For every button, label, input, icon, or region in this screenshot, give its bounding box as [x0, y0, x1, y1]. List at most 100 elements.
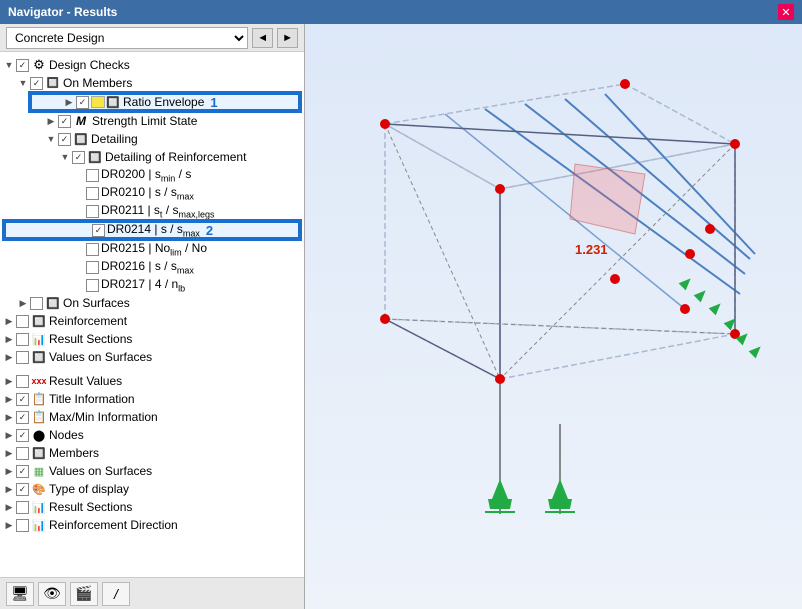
tree-node-dr0210[interactable]: DR0210 | s / smax: [0, 184, 304, 202]
back-button[interactable]: ◄: [252, 28, 273, 48]
expand-members[interactable]: ▶: [2, 446, 16, 460]
checkbox-type-display[interactable]: [16, 483, 29, 496]
bottom-toolbar: 🖥 👁 🎬 /: [0, 577, 304, 609]
checkbox-dr0215[interactable]: [86, 243, 99, 256]
checkbox-dr0216[interactable]: [86, 261, 99, 274]
checkbox-members[interactable]: [16, 447, 29, 460]
design-dropdown[interactable]: Concrete Design: [6, 27, 248, 49]
expand-reinforcement[interactable]: ▶: [2, 314, 16, 328]
detailing-reinf-icon: 🔲: [87, 149, 103, 165]
checkbox-values-surfaces2[interactable]: [16, 465, 29, 478]
tree-node-title-information[interactable]: ▶ 📋 Title Information: [0, 390, 304, 408]
tree-node-ratio-envelope[interactable]: ▶ 🔲 Ratio Envelope 1: [30, 93, 300, 111]
checkbox-result-sections[interactable]: [16, 333, 29, 346]
checkbox-reinforcement[interactable]: [16, 315, 29, 328]
checkbox-nodes[interactable]: [16, 429, 29, 442]
title-info-icon: 📋: [31, 391, 47, 407]
expand-ratio-envelope[interactable]: ▶: [62, 95, 76, 109]
checkbox-dr0211[interactable]: [86, 205, 99, 218]
checkbox-design-checks[interactable]: [16, 59, 29, 72]
expand-design-checks[interactable]: ▼: [2, 58, 16, 72]
label-members: Members: [49, 446, 99, 460]
result-values-icon: xxx: [31, 373, 47, 389]
tree-node-type-display[interactable]: ▶ 🎨 Type of display: [0, 480, 304, 498]
checkbox-dr0200[interactable]: [86, 169, 99, 182]
detailing-icon: 🔲: [73, 131, 89, 147]
tree-node-on-surfaces[interactable]: ▶ 🔲 On Surfaces: [0, 294, 304, 312]
tree-node-strength-limit[interactable]: ▶ M Strength Limit State: [0, 112, 304, 130]
tree-node-on-members[interactable]: ▼ 🔲 On Members: [0, 74, 304, 92]
tree-node-result-sections2[interactable]: ▶ 📊 Result Sections: [0, 498, 304, 516]
checkbox-values-surfaces[interactable]: [16, 351, 29, 364]
expand-type-display[interactable]: ▶: [2, 482, 16, 496]
tree-node-dr0216[interactable]: DR0216 | s / smax: [0, 258, 304, 276]
tree-node-maxmin-information[interactable]: ▶ 📋 Max/Min Information: [0, 408, 304, 426]
tree-node-detailing-reinf[interactable]: ▼ 🔲 Detailing of Reinforcement: [0, 148, 304, 166]
expand-values-surfaces2[interactable]: ▶: [2, 464, 16, 478]
tree-node-reinf-direction[interactable]: ▶ 📊 Reinforcement Direction: [0, 516, 304, 534]
label-dr0200: DR0200 | smin / s: [101, 167, 191, 183]
checkbox-on-surfaces[interactable]: [30, 297, 43, 310]
label-result-values: Result Values: [49, 374, 122, 388]
expand-values-surfaces[interactable]: ▶: [2, 350, 16, 364]
label-values-surfaces2: Values on Surfaces: [49, 464, 152, 478]
label-result-sections: Result Sections: [49, 332, 132, 346]
close-button[interactable]: ✕: [778, 4, 794, 20]
checkbox-maxmin-info[interactable]: [16, 411, 29, 424]
tree-node-dr0217[interactable]: DR0217 | 4 / nlb: [0, 276, 304, 294]
checkbox-title-info[interactable]: [16, 393, 29, 406]
checkbox-result-values[interactable]: [16, 375, 29, 388]
checkbox-detailing[interactable]: [58, 133, 71, 146]
checkbox-dr0217[interactable]: [86, 279, 99, 292]
expand-detailing[interactable]: ▼: [44, 132, 58, 146]
expand-reinf-direction[interactable]: ▶: [2, 518, 16, 532]
tree-node-dr0211[interactable]: DR0211 | st / smax,legs: [0, 202, 304, 220]
monitor-button[interactable]: 🖥: [6, 582, 34, 606]
strength-limit-icon: M: [73, 113, 89, 129]
result-sections2-icon: 📊: [31, 499, 47, 515]
checkbox-strength-limit[interactable]: [58, 115, 71, 128]
expand-maxmin-info[interactable]: ▶: [2, 410, 16, 424]
line-button[interactable]: /: [102, 582, 130, 606]
checkbox-reinf-direction[interactable]: [16, 519, 29, 532]
checkbox-ratio-envelope[interactable]: [76, 96, 89, 109]
values-surfaces2-icon: ▦: [31, 463, 47, 479]
expand-result-sections[interactable]: ▶: [2, 332, 16, 346]
nodes-icon: ⬤: [31, 427, 47, 443]
tree-node-dr0200[interactable]: DR0200 | smin / s: [0, 166, 304, 184]
label-reinf-direction: Reinforcement Direction: [49, 518, 178, 532]
checkbox-result-sections2[interactable]: [16, 501, 29, 514]
camera-button[interactable]: 🎬: [70, 582, 98, 606]
tree-node-values-surfaces2[interactable]: ▶ ▦ Values on Surfaces: [0, 462, 304, 480]
forward-button[interactable]: ►: [277, 28, 298, 48]
expand-title-info[interactable]: ▶: [2, 392, 16, 406]
checkbox-detailing-reinf[interactable]: [72, 151, 85, 164]
label-dr0217: DR0217 | 4 / nlb: [101, 277, 185, 293]
tree-node-result-values[interactable]: ▶ xxx Result Values: [0, 372, 304, 390]
tree-node-members[interactable]: ▶ 🔲 Members: [0, 444, 304, 462]
checkbox-dr0214[interactable]: [92, 224, 105, 237]
tree-node-nodes[interactable]: ▶ ⬤ Nodes: [0, 426, 304, 444]
label-reinforcement: Reinforcement: [49, 314, 127, 328]
expand-strength-limit[interactable]: ▶: [44, 114, 58, 128]
left-panel: Concrete Design ◄ ► ▼ ⚙ Design Checks ▼ …: [0, 24, 305, 609]
title-bar: Navigator - Results ✕: [0, 0, 802, 24]
tree-node-dr0214[interactable]: DR0214 | s / smax 2: [4, 221, 300, 239]
tree-node-design-checks[interactable]: ▼ ⚙ Design Checks: [0, 56, 304, 74]
expand-nodes[interactable]: ▶: [2, 428, 16, 442]
tree-node-reinforcement[interactable]: ▶ 🔲 Reinforcement: [0, 312, 304, 330]
expand-result-sections2[interactable]: ▶: [2, 500, 16, 514]
view-button[interactable]: 👁: [38, 582, 66, 606]
expand-detailing-reinf[interactable]: ▼: [58, 150, 72, 164]
label-design-checks: Design Checks: [49, 58, 130, 72]
tree-node-result-sections[interactable]: ▶ 📊 Result Sections: [0, 330, 304, 348]
expand-result-values[interactable]: ▶: [2, 374, 16, 388]
scene-value-label: 1.231: [575, 242, 608, 257]
tree-node-values-surfaces[interactable]: ▶ 🔲 Values on Surfaces: [0, 348, 304, 366]
expand-on-surfaces[interactable]: ▶: [16, 296, 30, 310]
tree-node-detailing[interactable]: ▼ 🔲 Detailing: [0, 130, 304, 148]
checkbox-on-members[interactable]: [30, 77, 43, 90]
checkbox-dr0210[interactable]: [86, 187, 99, 200]
expand-on-members[interactable]: ▼: [16, 76, 30, 90]
tree-node-dr0215[interactable]: DR0215 | Nolim / No: [0, 240, 304, 258]
